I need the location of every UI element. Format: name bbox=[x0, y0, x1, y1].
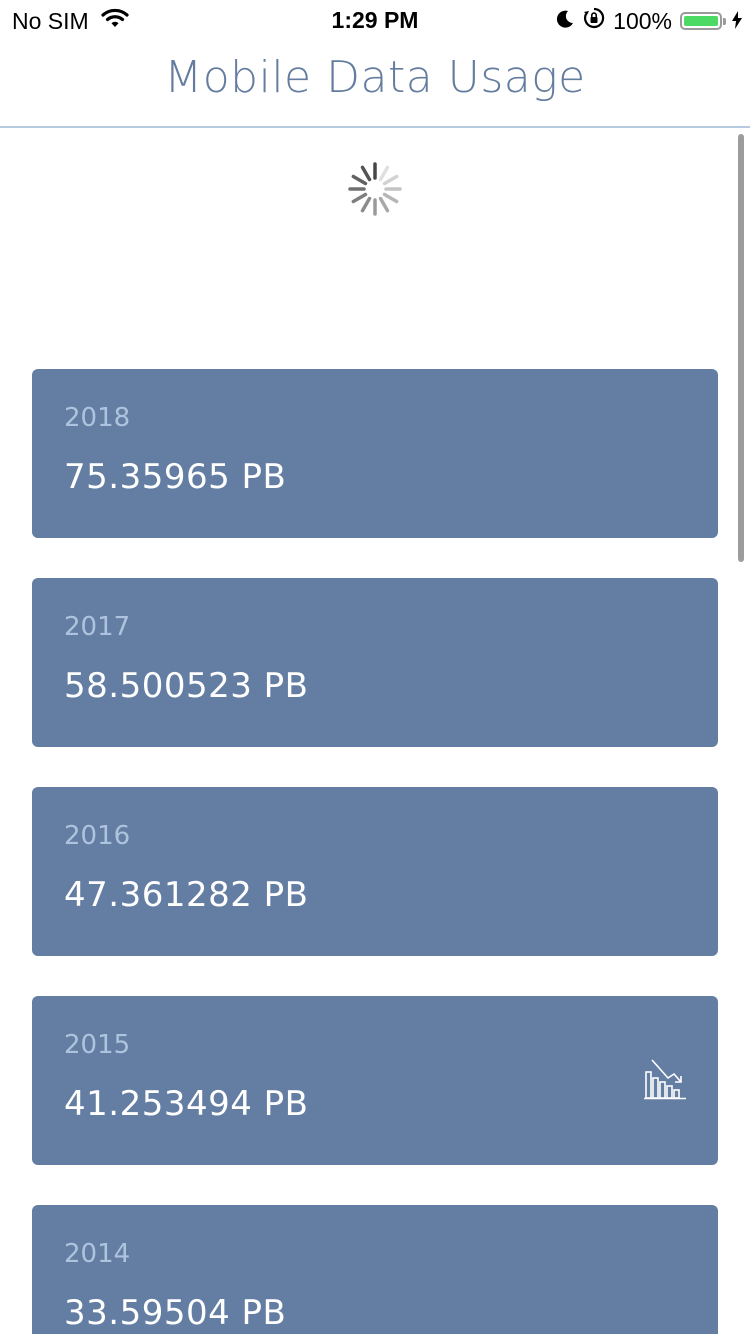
list-item[interactable]: 2014 33.59504 PB bbox=[32, 1205, 718, 1334]
list-item[interactable]: 2017 58.500523 PB bbox=[32, 578, 718, 747]
usage-value: 58.500523 PB bbox=[64, 666, 309, 706]
year-label: 2014 bbox=[64, 1239, 131, 1269]
status-bar: No SIM 1:29 PM 100% bbox=[0, 0, 750, 40]
usage-value: 75.35965 PB bbox=[64, 457, 287, 497]
year-label: 2018 bbox=[64, 403, 131, 433]
status-right: 100% bbox=[547, 7, 742, 35]
navigation-bar: Mobile Data Usage bbox=[0, 40, 750, 128]
year-label: 2015 bbox=[64, 1030, 131, 1060]
battery-percent: 100% bbox=[613, 7, 672, 34]
page-title: Mobile Data Usage bbox=[164, 52, 586, 103]
usage-value: 47.361282 PB bbox=[64, 875, 309, 915]
list-item[interactable]: 2018 75.35965 PB bbox=[32, 369, 718, 538]
list-item[interactable]: 2015 41.253494 PB bbox=[32, 996, 718, 1165]
year-label: 2016 bbox=[64, 821, 131, 851]
scrollbar[interactable] bbox=[738, 134, 744, 562]
battery-icon bbox=[680, 12, 726, 30]
loading-spinner-icon bbox=[348, 162, 402, 216]
moon-icon bbox=[555, 8, 575, 35]
charging-bolt-icon bbox=[732, 8, 742, 35]
orientation-lock-icon bbox=[583, 7, 605, 35]
usage-value: 41.253494 PB bbox=[64, 1084, 309, 1124]
year-label: 2017 bbox=[64, 612, 131, 642]
list-item[interactable]: 2016 47.361282 PB bbox=[32, 787, 718, 956]
data-usage-list[interactable]: 2018 75.35965 PB 2017 58.500523 PB 2016 … bbox=[0, 130, 750, 1334]
decrease-chart-icon[interactable] bbox=[644, 1058, 686, 1102]
usage-value: 33.59504 PB bbox=[64, 1293, 287, 1333]
